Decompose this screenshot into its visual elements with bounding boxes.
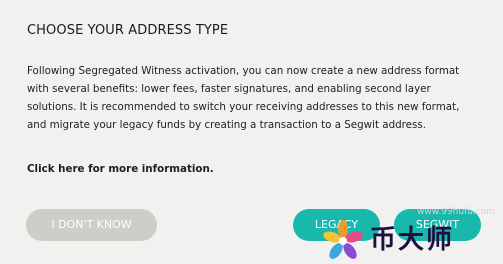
watermark-url: www.99hufu.com	[417, 207, 495, 217]
flower-logo-icon	[323, 220, 363, 259]
more-information-link[interactable]: Click here for more information.	[27, 160, 214, 178]
watermark-brand: 币大师	[370, 225, 455, 255]
dialog-description: Following Segregated Witness activation,…	[27, 65, 460, 131]
dialog-title: CHOOSE YOUR ADDRESS TYPE	[27, 23, 229, 38]
dont-know-button[interactable]: I DON'T KNOW	[26, 209, 157, 241]
watermark: www.99hufu.com 币大师	[318, 207, 503, 264]
